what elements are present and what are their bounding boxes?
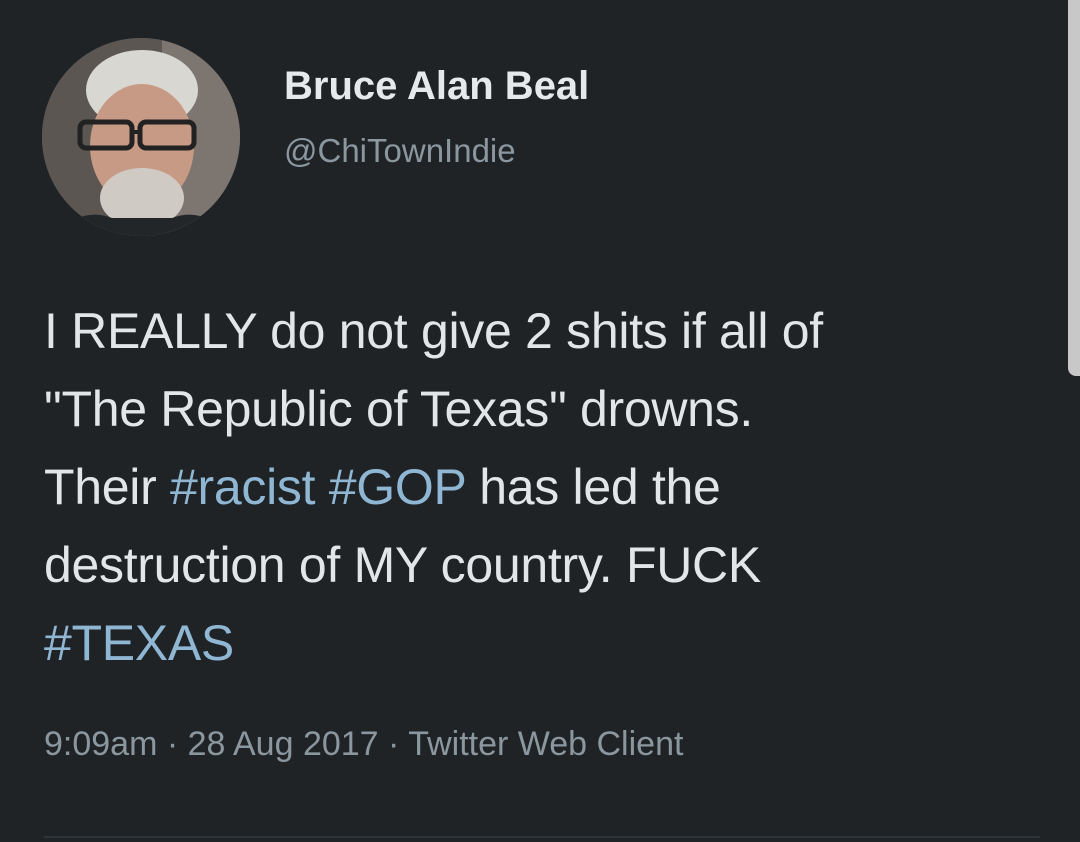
tweet-text: I REALLY do not give 2 shits if all of "T… bbox=[44, 292, 1044, 682]
tweet-text-segment: I REALLY do not give 2 shits if all of bbox=[44, 303, 823, 359]
tweet-text-line: "The Republic of Texas" drowns. bbox=[44, 370, 1044, 448]
tweet-text-line: I REALLY do not give 2 shits if all of bbox=[44, 292, 1044, 370]
tweet-timestamp[interactable]: 9:09am · 28 Aug 2017 · Twitter Web Clien… bbox=[44, 725, 683, 764]
scrollbar[interactable] bbox=[1068, 0, 1080, 376]
tweet-text-segment bbox=[315, 459, 329, 515]
tweet-text-segment: "The Republic of Texas" drowns. bbox=[44, 381, 753, 437]
divider bbox=[44, 836, 1040, 838]
tweet-card: Bruce Alan Beal @ChiTownIndie I REALLY d… bbox=[0, 0, 1080, 842]
tweet-text-segment: destruction of MY country. FUCK bbox=[44, 537, 761, 593]
tweet-text-segment: Their bbox=[44, 459, 171, 515]
tweet-text-segment: has led the bbox=[465, 459, 721, 515]
profile-photo-icon bbox=[42, 38, 240, 236]
user-handle[interactable]: @ChiTownIndie bbox=[284, 132, 516, 170]
display-name[interactable]: Bruce Alan Beal bbox=[284, 64, 589, 109]
tweet-text-line: #TEXAS bbox=[44, 604, 1044, 682]
tweet-text-line: destruction of MY country. FUCK bbox=[44, 526, 1044, 604]
tweet-text-line: Their #racist #GOP has led the bbox=[44, 448, 1044, 526]
hashtag-link[interactable]: #GOP bbox=[329, 459, 466, 515]
hashtag-link[interactable]: #racist bbox=[170, 459, 315, 515]
avatar[interactable] bbox=[42, 38, 240, 236]
hashtag-link[interactable]: #TEXAS bbox=[44, 615, 234, 671]
